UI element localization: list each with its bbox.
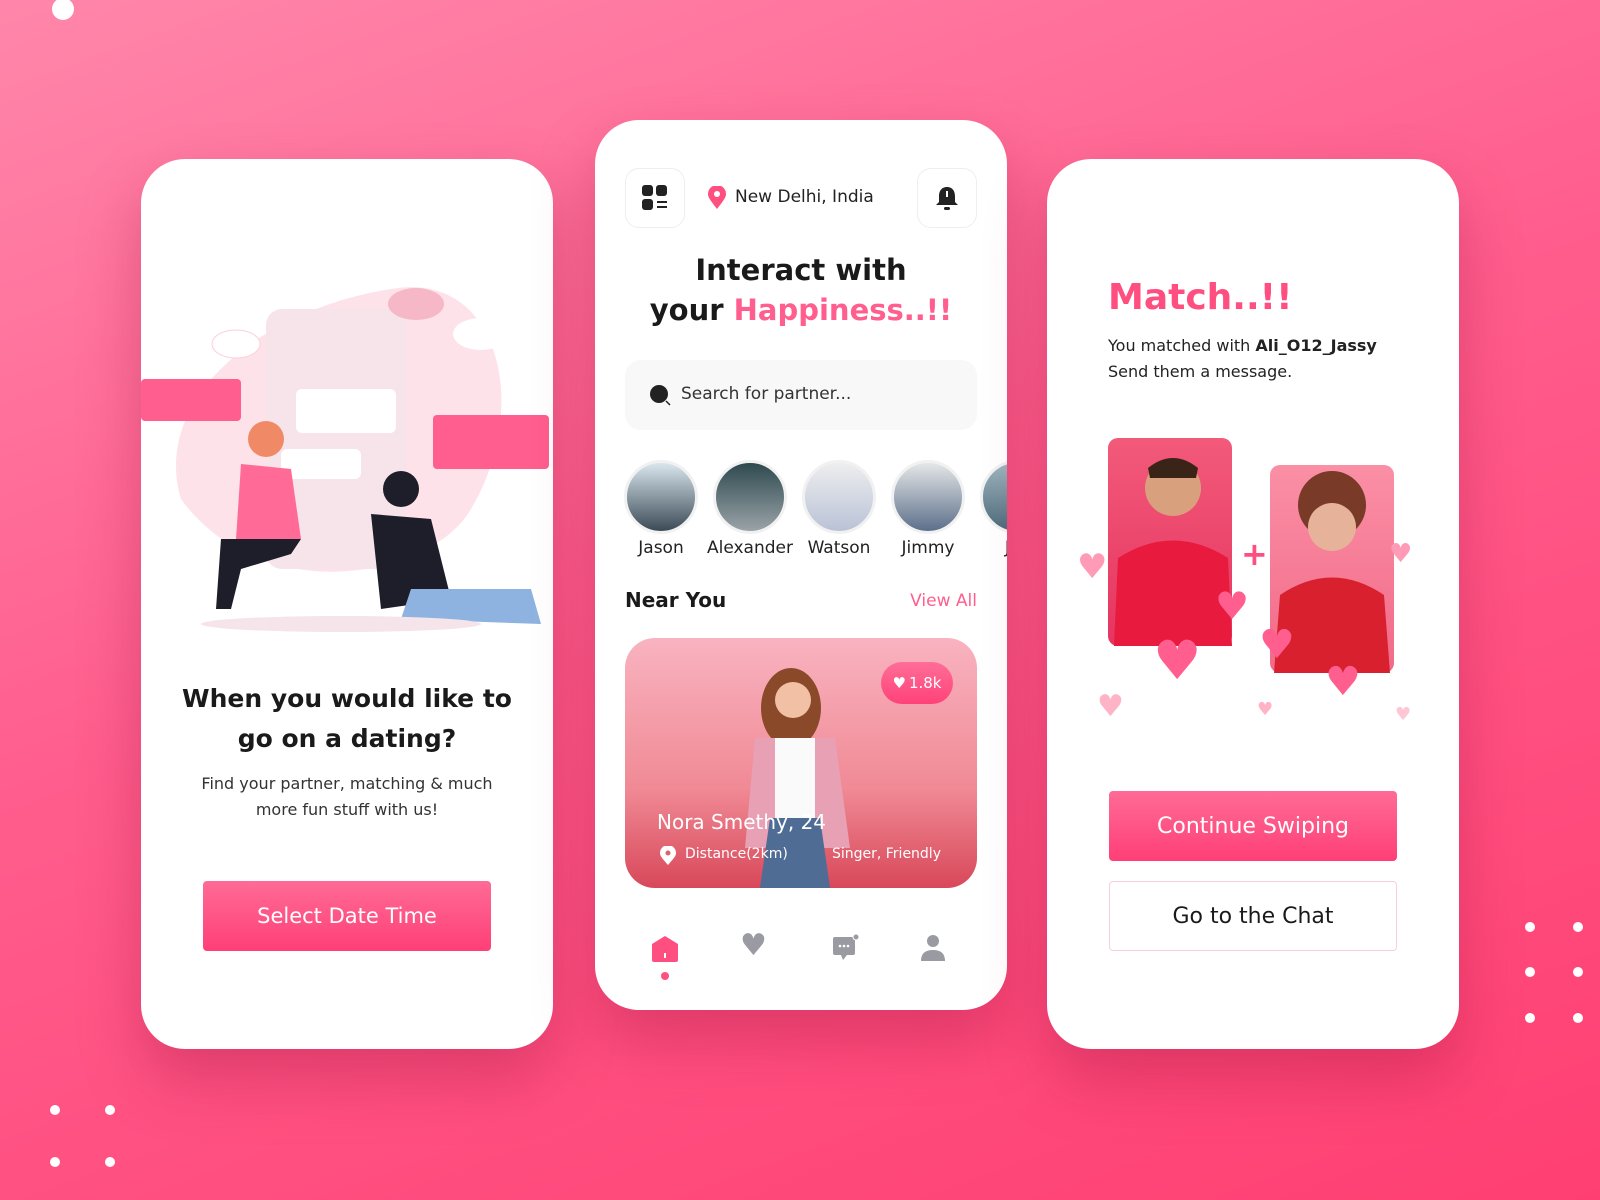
- notifications-button[interactable]: [917, 168, 977, 228]
- decor-dot: [1525, 967, 1535, 977]
- heart-icon: ♥: [892, 674, 906, 692]
- user-photo-left: [1108, 438, 1232, 646]
- view-all-link[interactable]: View All: [910, 591, 977, 611]
- match-text: You matched with: [1108, 336, 1256, 355]
- story-name: Alexander: [706, 538, 793, 558]
- heart-icon: ♥: [1215, 584, 1250, 628]
- heart-icon[interactable]: ♥: [740, 928, 767, 963]
- likes-badge[interactable]: ♥ 1.8k: [881, 662, 953, 704]
- location-pin-icon: [708, 186, 726, 209]
- profile-tags: Singer, Friendly: [831, 846, 941, 862]
- search-placeholder: Search for partner...: [681, 384, 852, 404]
- go-to-chat-button[interactable]: Go to the Chat: [1109, 881, 1397, 951]
- decor-dot: [105, 1157, 115, 1167]
- heart-icon: ♥: [1257, 699, 1274, 720]
- heart-icon: ♥: [1077, 547, 1108, 587]
- story-avatar-jimmy[interactable]: [891, 460, 965, 534]
- active-indicator: [661, 972, 669, 980]
- decor-dot: [1525, 922, 1535, 932]
- onboarding-title: When you would like to go on a dating?: [182, 684, 512, 753]
- chat-icon[interactable]: [831, 934, 859, 962]
- home-icon[interactable]: [651, 935, 679, 963]
- heart-icon: ♥: [1325, 659, 1361, 705]
- profile-name: Nora Smethy, 24: [657, 810, 827, 834]
- decor-dot: [50, 1105, 60, 1115]
- home-screen: New Delhi, India Interact with your Happ…: [595, 120, 1007, 1010]
- matched-username[interactable]: Ali_O12_Jassy: [1255, 336, 1376, 355]
- profile-icon[interactable]: [920, 934, 946, 962]
- story-avatar-watson[interactable]: [802, 460, 876, 534]
- decor-dot: [52, 0, 74, 20]
- story-name: Jason: [638, 538, 684, 558]
- profile-distance: Distance(2km): [685, 846, 788, 862]
- decor-dot: [50, 1157, 60, 1167]
- onboarding-screen: When you would like to go on a dating? F…: [141, 159, 553, 1049]
- story-name: Jimmy: [901, 538, 955, 558]
- location-pin-icon: [660, 846, 676, 865]
- decor-dot: [1525, 1013, 1535, 1023]
- story-avatar-partial[interactable]: [980, 460, 1007, 534]
- headline-happiness: Happiness..!!: [733, 293, 953, 327]
- bell-icon: [936, 187, 958, 210]
- decor-dot: [1573, 922, 1583, 932]
- decor-dot: [1573, 1013, 1583, 1023]
- heart-icon: ♥: [1389, 539, 1413, 569]
- continue-swiping-button[interactable]: Continue Swiping: [1109, 791, 1397, 861]
- match-screen: Match..!! You matched with Ali_O12_Jassy…: [1047, 159, 1459, 1049]
- story-name: Watson: [807, 538, 871, 558]
- profile-card[interactable]: ♥ 1.8k Nora Smethy, 24 Distance(2km) Sing…: [625, 638, 977, 888]
- heart-icon: ♥: [1153, 629, 1202, 692]
- story-avatar-jason[interactable]: [624, 460, 698, 534]
- decor-dot: [105, 1105, 115, 1115]
- story-name: Jas: [972, 538, 1007, 558]
- likes-count: 1.8k: [908, 674, 942, 692]
- match-title: Match..!!: [1108, 277, 1293, 318]
- heart-icon: ♥: [1395, 704, 1412, 725]
- search-icon: [650, 385, 671, 406]
- onboarding-subtitle: Find your partner, matching & much more …: [201, 774, 493, 819]
- heart-icon: ♥: [1259, 622, 1295, 668]
- near-you-heading: Near You: [625, 588, 727, 612]
- heart-icon: ♥: [1097, 689, 1124, 724]
- decor-dot: [1573, 967, 1583, 977]
- select-date-time-button[interactable]: Select Date Time: [203, 881, 491, 951]
- story-avatar-alexander[interactable]: [713, 460, 787, 534]
- plus-icon: +: [1241, 535, 1268, 573]
- match-subtext: Send them a message.: [1108, 362, 1293, 381]
- dating-illustration: [141, 287, 549, 632]
- grid-menu-icon: [642, 185, 667, 210]
- headline-line-1: Interact with: [695, 253, 907, 287]
- location-label[interactable]: New Delhi, India: [735, 187, 874, 207]
- headline-your: your: [649, 293, 734, 327]
- search-input[interactable]: Search for partner...: [625, 360, 977, 430]
- menu-button[interactable]: [625, 168, 685, 228]
